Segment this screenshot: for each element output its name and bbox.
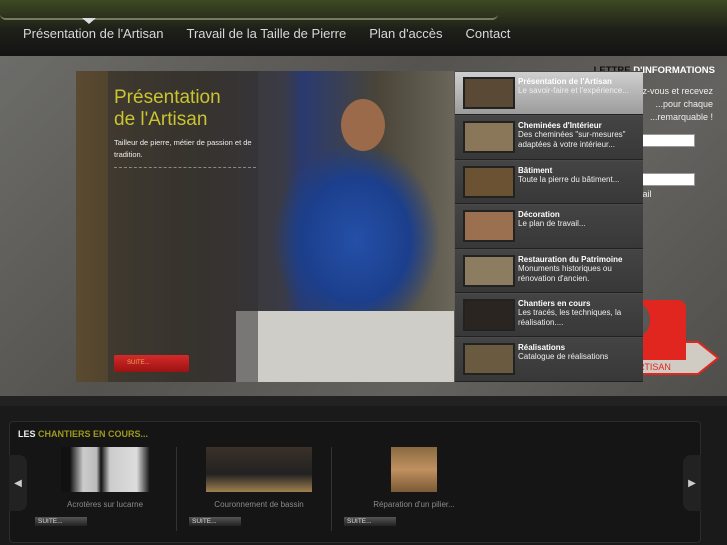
menu-item-desc: Le plan de travail... [518,219,586,229]
chantiers-title: LES CHANTIERS EN COURS... [18,429,149,439]
nav-travail[interactable]: Travail de la Taille de Pierre [187,26,347,41]
chantier-suite-button[interactable]: SUITE... [35,517,87,526]
menu-item-title: Chantiers en cours [518,298,591,308]
menu-thumbnail [463,77,515,109]
menu-thumbnail [463,254,515,287]
slider-menu-item[interactable]: Bâtiment Toute la pierre du bâtiment... [455,159,643,205]
chantier-item: Couronnement de bassin SUITE... [189,447,329,526]
nav-plan-acces[interactable]: Plan d'accès [369,26,442,41]
menu-item-desc: Des cheminées "sur-mesures" adaptées à v… [518,130,626,150]
newsletter-name-input[interactable] [642,134,695,147]
header: Présentation de l'Artisan Travail de la … [0,0,727,56]
menu-item-desc: Le savoir-faire et l'expérience... [518,86,629,95]
divider [331,447,332,531]
slide-title: Présentation de l'Artisan [114,87,221,130]
menu-thumbnail [463,343,515,376]
slide-divider [114,167,256,168]
separator [0,396,727,406]
slide-photo-stone [236,311,454,382]
menu-item-desc: Monuments historiques ou rénovation d'an… [518,263,612,283]
prev-arrow-icon[interactable]: ◀ [9,455,27,511]
chantier-caption: Réparation d'un pilier... [373,500,455,509]
main-nav: Présentation de l'Artisan Travail de la … [23,26,510,41]
slider-menu-item[interactable]: Présentation de l'Artisan Le savoir-faire… [455,71,643,116]
nav-presentation[interactable]: Présentation de l'Artisan [23,26,164,41]
feature-slider[interactable]: Présentation de l'Artisan Tailleur de pie… [76,71,454,382]
menu-item-title: Cheminées d'Intérieur [518,121,602,131]
menu-item-title: Réalisations [518,343,566,353]
chantier-image[interactable] [206,447,312,492]
newsletter-email-input[interactable] [642,173,695,186]
chantier-suite-button[interactable]: SUITE... [344,517,396,526]
menu-thumbnail [463,298,515,331]
menu-thumbnail [463,121,515,154]
menu-item-title: Présentation de l'Artisan [518,77,612,86]
next-arrow-icon[interactable]: ▶ [683,455,701,511]
menu-item-title: Bâtiment [518,165,553,175]
slider-menu: Présentation de l'Artisan Le savoir-faire… [455,71,643,382]
slide-photo [271,141,441,321]
chantier-suite-button[interactable]: SUITE... [189,517,241,526]
slider-menu-item[interactable]: Cheminées d'Intérieur Des cheminées "sur-… [455,115,643,160]
chantier-image[interactable] [60,447,150,492]
menu-item-title: Décoration [518,210,560,220]
chantier-item: Réparation d'un pilier... SUITE... [344,447,484,526]
chantier-image[interactable] [391,447,437,492]
slider-menu-item[interactable]: Réalisations Catalogue de réalisations [455,337,643,382]
divider [176,447,177,531]
menu-item-desc: Catalogue de réalisations [518,352,609,362]
slider-menu-item[interactable]: Décoration Le plan de travail... [455,204,643,249]
active-nav-indicator [82,18,96,24]
slider-menu-item[interactable]: Restauration du Patrimoine Monuments hist… [455,248,643,293]
menu-item-title: Restauration du Patrimoine [518,254,623,264]
slider-menu-item[interactable]: Chantiers en cours Les tracés, les techni… [455,292,643,338]
nav-contact[interactable]: Contact [466,26,511,41]
menu-item-desc: Toute la pierre du bâtiment... [518,174,620,184]
menu-thumbnail [463,165,515,198]
menu-thumbnail [463,210,515,243]
menu-item-desc: Les tracés, les techniques, la réalisati… [518,307,622,327]
chantier-caption: Couronnement de bassin [214,500,304,509]
header-divider [0,14,498,20]
slide-photo-head [341,99,385,151]
slide-suite-button[interactable]: SUITE... [114,355,189,372]
chantier-caption: Acrotères sur lucarne [66,500,144,509]
slide-description: Tailleur de pierre, métier de passion et… [114,138,252,159]
chantier-item: Acrotères sur lucarne SUITE... [35,447,175,526]
